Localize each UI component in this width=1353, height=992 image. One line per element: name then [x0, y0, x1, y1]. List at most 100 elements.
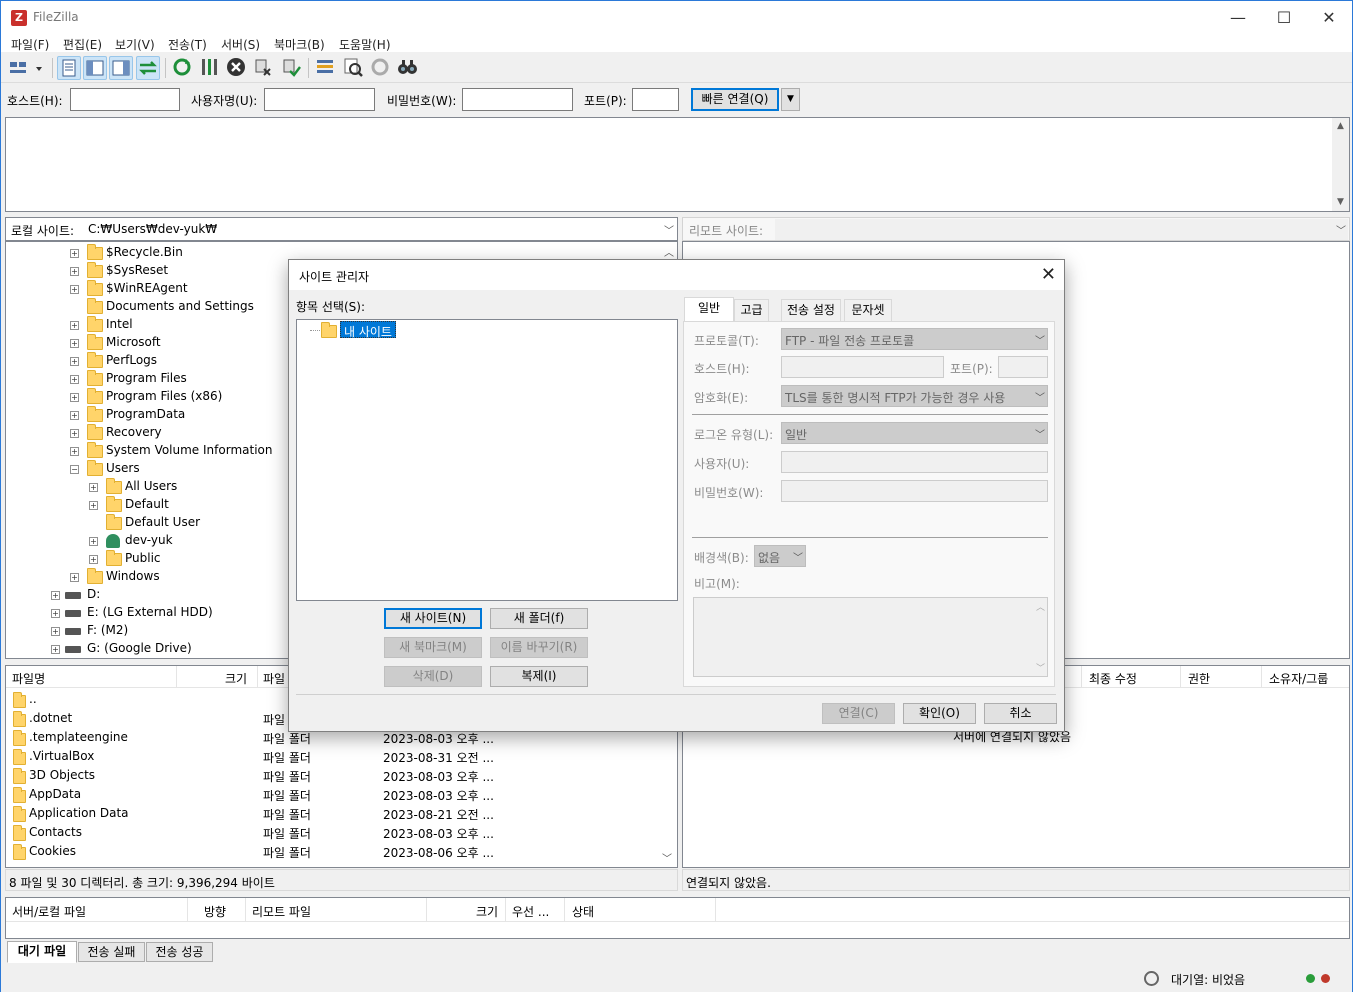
file-row[interactable]: 3D Objects 파일 폴더 2023-08-03 오후 ... [6, 766, 661, 785]
new-site-button[interactable]: 새 사이트(N) [384, 608, 482, 629]
file-list-scroll-down-icon[interactable]: ﹀ [662, 850, 672, 865]
tree-item-my-sites[interactable]: 내 사이트 [340, 321, 396, 339]
expand-icon[interactable]: + [70, 393, 79, 402]
new-bookmark-button[interactable]: 새 북마크(M) [384, 637, 482, 658]
col-status[interactable]: 상태 [572, 903, 594, 920]
site-password-input[interactable] [781, 480, 1048, 502]
toggle-transfer-queue-icon[interactable] [136, 56, 160, 80]
col-owner-group[interactable]: 소유자/그룹 [1269, 670, 1328, 687]
menu-bookmarks[interactable]: 북마크(B) [274, 36, 325, 53]
expand-icon[interactable]: + [70, 357, 79, 366]
toggle-remote-tree-icon[interactable] [109, 56, 133, 80]
cancel-button[interactable]: 취소 [984, 703, 1057, 724]
scroll-down-icon[interactable]: ﹀ [1036, 661, 1045, 674]
minimize-button[interactable]: — [1223, 7, 1253, 29]
menu-server[interactable]: 서버(S) [221, 36, 260, 53]
ok-button[interactable]: 확인(O) [903, 703, 976, 724]
quickconnect-button[interactable]: 빠른 연결(Q) [691, 88, 779, 111]
refresh-icon[interactable] [171, 56, 195, 80]
col-queue-size[interactable]: 크기 [476, 903, 498, 920]
username-input[interactable] [264, 88, 375, 111]
expand-icon[interactable]: + [70, 285, 79, 294]
expand-icon[interactable]: + [89, 537, 98, 546]
expand-icon[interactable]: + [89, 501, 98, 510]
expand-icon[interactable]: + [70, 411, 79, 420]
col-server-local-file[interactable]: 서버/로컬 파일 [12, 903, 86, 920]
menu-edit[interactable]: 편집(E) [63, 36, 102, 53]
site-tree[interactable]: 내 사이트 [296, 319, 678, 601]
site-user-input[interactable] [781, 451, 1048, 473]
port-input[interactable] [632, 88, 679, 111]
scroll-up-icon[interactable]: ▲ [1332, 118, 1349, 135]
expand-icon[interactable]: + [89, 483, 98, 492]
reconnect-icon[interactable] [280, 56, 304, 80]
cancel-operation-icon[interactable] [225, 56, 249, 80]
tab-advanced[interactable]: 고급 [734, 299, 769, 321]
menu-help[interactable]: 도움말(H) [339, 36, 391, 53]
protocol-select[interactable]: FTP - 파일 전송 프로토콜 ﹀ [781, 328, 1048, 350]
message-log[interactable]: ▲ ▼ [5, 117, 1350, 212]
expand-icon[interactable]: + [70, 339, 79, 348]
col-last-modified[interactable]: 최종 수정 [1089, 670, 1137, 687]
file-row[interactable]: Contacts 파일 폴더 2023-08-03 오후 ... [6, 823, 661, 842]
tree-scroll-up-icon[interactable]: ︿ [664, 244, 674, 259]
host-input[interactable] [70, 88, 180, 111]
col-type[interactable]: 파일 [263, 670, 285, 687]
menu-file[interactable]: 파일(F) [11, 36, 49, 53]
collapse-icon[interactable]: − [70, 465, 79, 474]
menu-view[interactable]: 보기(V) [115, 36, 155, 53]
toggle-message-log-icon[interactable] [57, 56, 81, 80]
expand-icon[interactable]: + [70, 375, 79, 384]
maximize-button[interactable]: ☐ [1269, 7, 1299, 29]
file-row[interactable]: AppData 파일 폴더 2023-08-03 오후 ... [6, 785, 661, 804]
menu-transfer[interactable]: 전송(T) [168, 36, 207, 53]
duplicate-button[interactable]: 복제(I) [490, 666, 588, 687]
col-filename[interactable]: 파일명 [12, 670, 45, 687]
synchronized-browsing-icon[interactable] [369, 56, 393, 80]
tab-charset[interactable]: 문자셋 [844, 299, 892, 321]
message-log-scrollbar[interactable]: ▲ ▼ [1332, 118, 1349, 211]
logon-type-select[interactable]: 일반 ﹀ [781, 422, 1048, 444]
file-row[interactable]: Application Data 파일 폴더 2023-08-21 오전 ... [6, 804, 661, 823]
expand-icon[interactable]: + [51, 645, 60, 654]
local-path-combo[interactable]: C:₩Users₩dev-yuk₩ ﹀ [85, 219, 676, 240]
connect-button[interactable]: 연결(C) [822, 703, 895, 724]
encryption-select[interactable]: TLS를 통한 명시적 FTP가 가능한 경우 사용 ﹀ [781, 385, 1048, 407]
transfer-queue[interactable]: 서버/로컬 파일 방향 리모트 파일 크기 우선 ... 상태 [5, 897, 1350, 939]
directory-listing-filter-icon[interactable] [314, 56, 338, 80]
site-manager-dropdown-icon[interactable] [34, 56, 58, 80]
col-remote-file[interactable]: 리모트 파일 [252, 903, 311, 920]
expand-icon[interactable]: + [51, 627, 60, 636]
expand-icon[interactable]: + [70, 267, 79, 276]
site-manager-icon[interactable] [7, 56, 41, 80]
tab-queued-files[interactable]: 대기 파일 [7, 941, 77, 963]
tab-transfer-settings[interactable]: 전송 설정 [781, 299, 841, 321]
remote-path-combo[interactable]: ﹀ [775, 219, 1348, 240]
disconnect-icon[interactable] [252, 56, 276, 80]
col-permissions[interactable]: 권한 [1188, 670, 1210, 687]
expand-icon[interactable]: + [70, 447, 79, 456]
expand-icon[interactable]: + [51, 609, 60, 618]
comments-textarea[interactable]: ︿ ﹀ [693, 597, 1048, 677]
tab-successful-transfers[interactable]: 전송 성공 [146, 942, 213, 962]
rename-button[interactable]: 이름 바꾸기(R) [490, 637, 588, 658]
search-files-icon[interactable] [396, 56, 420, 80]
col-priority[interactable]: 우선 ... [512, 903, 549, 920]
dialog-close-icon[interactable]: ✕ [1041, 264, 1056, 285]
speed-limit-icon[interactable] [1144, 971, 1159, 986]
tab-general[interactable]: 일반 [684, 297, 734, 322]
site-port-input[interactable] [998, 356, 1048, 378]
process-queue-icon[interactable] [198, 56, 222, 80]
expand-icon[interactable]: + [89, 555, 98, 564]
tab-failed-transfers[interactable]: 전송 실패 [78, 942, 145, 962]
scroll-down-icon[interactable]: ▼ [1332, 194, 1349, 211]
expand-icon[interactable]: + [51, 591, 60, 600]
expand-icon[interactable]: + [70, 321, 79, 330]
toggle-local-tree-icon[interactable] [83, 56, 107, 80]
background-color-select[interactable]: 없음 ﹀ [754, 545, 806, 567]
expand-icon[interactable]: + [70, 249, 79, 258]
col-size[interactable]: 크기 [225, 670, 247, 687]
password-input[interactable] [462, 88, 573, 111]
file-row[interactable]: .VirtualBox 파일 폴더 2023-08-31 오전 ... [6, 747, 661, 766]
col-direction[interactable]: 방향 [204, 903, 226, 920]
